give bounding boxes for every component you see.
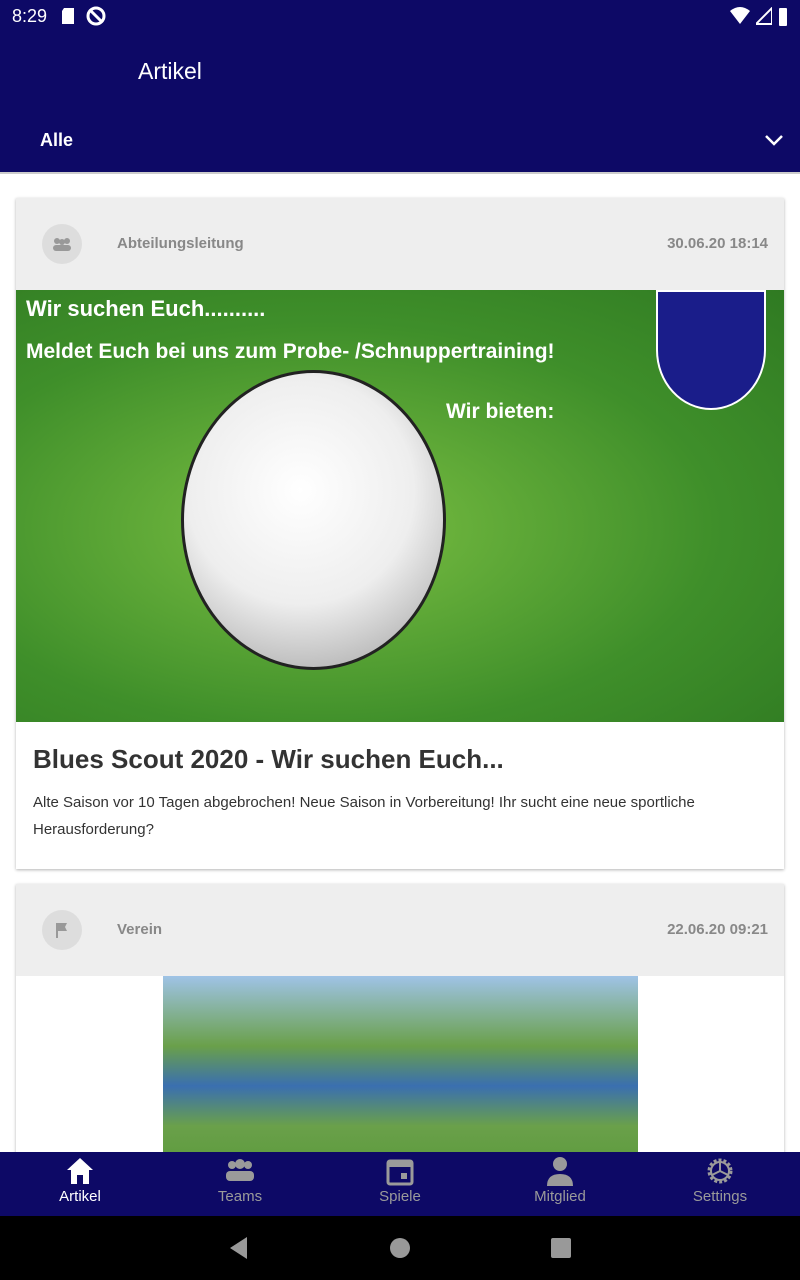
article-date: 30.06.20 18:14 <box>667 235 768 252</box>
tab-label: Spiele <box>379 1188 421 1205</box>
home-icon <box>67 1158 93 1184</box>
chevron-down-icon[interactable] <box>764 130 784 150</box>
app-bar: Artikel Alle <box>0 32 800 172</box>
tab-label: Artikel <box>59 1188 101 1205</box>
person-icon <box>547 1157 573 1186</box>
calendar-icon <box>386 1159 414 1186</box>
group-icon <box>226 1159 254 1181</box>
wifi-icon <box>730 7 750 24</box>
image-text: Wir bieten: <box>446 400 555 423</box>
sync-icon <box>86 6 106 26</box>
article-date: 22.06.20 09:21 <box>667 921 768 938</box>
image-text: Meldet Euch bei uns zum Probe- /Schnuppe… <box>26 340 555 363</box>
sd-card-icon <box>62 8 75 24</box>
article-category: Verein <box>117 921 163 938</box>
tab-label: Teams <box>217 1188 263 1205</box>
home-button-icon[interactable] <box>389 1237 411 1259</box>
article-card[interactable]: Abteilungsleitung 30.06.20 18:14 Wir suc… <box>16 198 784 869</box>
article-category: Abteilungsleitung <box>117 235 244 252</box>
tab-spiele[interactable]: Spiele <box>320 1152 480 1216</box>
article-list[interactable]: Abteilungsleitung 30.06.20 18:14 Wir suc… <box>0 172 800 1152</box>
status-bar: 8:29 <box>0 0 800 32</box>
battery-icon <box>779 8 787 26</box>
page-title: Artikel <box>138 58 202 84</box>
tab-label: Settings <box>692 1188 748 1205</box>
article-title: Blues Scout 2020 - Wir suchen Euch... <box>33 744 504 774</box>
article-image <box>162 976 638 1152</box>
system-navigation-bar <box>0 1216 800 1280</box>
tab-settings[interactable]: Settings <box>640 1152 800 1216</box>
back-icon[interactable] <box>229 1236 249 1260</box>
filter-dropdown[interactable]: Alle <box>40 130 73 151</box>
flag-icon <box>42 910 82 950</box>
card-header: Abteilungsleitung 30.06.20 18:14 <box>16 198 784 290</box>
image-text: Wir suchen Euch.......... <box>26 296 266 321</box>
clock: 8:29 <box>12 5 48 26</box>
tab-label: Mitglied <box>534 1188 586 1205</box>
tab-mitglied[interactable]: Mitglied <box>480 1152 640 1216</box>
tab-teams[interactable]: Teams <box>160 1152 320 1216</box>
tab-artikel[interactable]: Artikel <box>0 1152 160 1216</box>
article-image: Wir suchen Euch.......... Meldet Euch be… <box>16 290 784 722</box>
gear-icon <box>707 1158 733 1184</box>
football <box>181 370 446 670</box>
article-teaser: Alte Saison vor 10 Tagen abgebrochen! Ne… <box>33 794 695 838</box>
signal-icon <box>756 7 772 25</box>
recents-icon[interactable] <box>551 1237 571 1259</box>
bottom-navigation: Artikel Teams Spiele Mitglied Settings <box>0 1152 800 1216</box>
card-header: Verein 22.06.20 09:21 <box>16 884 784 976</box>
club-crest <box>656 290 766 410</box>
article-card[interactable]: Verein 22.06.20 09:21 <box>16 884 784 1152</box>
group-icon <box>42 224 82 264</box>
